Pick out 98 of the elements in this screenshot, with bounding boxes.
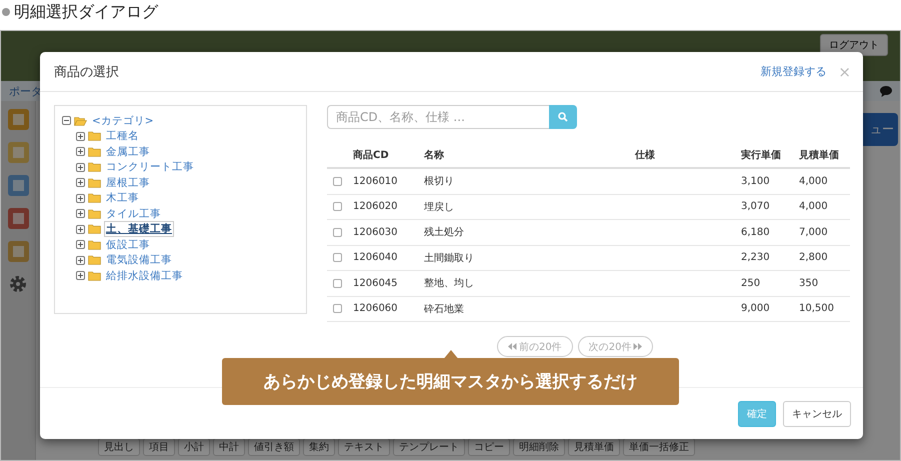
toolbar-button[interactable]: 集約	[303, 438, 335, 456]
table-cell-text: 10,500	[799, 303, 835, 314]
tree-item[interactable]: <カテゴリ>	[90, 112, 156, 129]
toolbar-button[interactable]: 明細削除	[513, 438, 565, 456]
callout: あらかじめ登録した明細マスタから選択するだけ	[222, 358, 679, 405]
toolbar-button[interactable]: 見出し	[98, 438, 140, 456]
table-cell-text: 2,230	[741, 252, 771, 264]
table-cell-text: 土間鋤取り	[424, 252, 475, 265]
table-cell-text: 2,800	[799, 252, 829, 264]
folder-icon	[88, 255, 101, 266]
breadcrumb-link[interactable]: ポータ	[9, 84, 42, 98]
row-checkbox[interactable]	[333, 278, 342, 288]
toolbar-button[interactable]: 単価一括修正	[623, 438, 695, 456]
tree-item[interactable]: 工種名	[104, 128, 141, 144]
tree-item[interactable]: 仮設工事	[104, 236, 152, 253]
search-button[interactable]	[549, 105, 577, 129]
column-header: 商品CD	[353, 148, 390, 162]
table-cell-text: 250	[741, 278, 762, 289]
table-cell-text: 埋戻し	[424, 200, 455, 214]
table-cell-text: 7,000	[799, 226, 829, 238]
new-registration-link[interactable]: 新規登録する	[760, 64, 826, 79]
expand-icon[interactable]	[76, 256, 85, 265]
tree-item[interactable]: 土、基礎工事	[104, 221, 174, 238]
table-cell-text: 1206060	[353, 303, 399, 314]
table-cell-text: 根切り	[424, 174, 455, 188]
tree-item[interactable]: 電気設備工事	[104, 252, 174, 268]
folder-icon	[88, 270, 101, 281]
table-cell-text: 1206045	[353, 278, 399, 289]
next-page-button[interactable]: 次の20件	[578, 336, 654, 357]
toolbar-button[interactable]: 値引き額	[248, 438, 300, 456]
collapse-icon[interactable]	[62, 116, 71, 126]
toolbar-button[interactable]: 見積単価	[568, 438, 620, 456]
toolbar-button[interactable]: 中計	[213, 438, 245, 456]
table-cell-text: 1206030	[353, 226, 399, 238]
column-header: 実行単価	[741, 148, 782, 162]
folder-icon	[88, 240, 101, 250]
folder-icon	[88, 178, 101, 188]
toolbar-button[interactable]: 項目	[143, 438, 175, 456]
expand-icon[interactable]	[76, 162, 85, 172]
search-field[interactable]: 商品CD、名称、仕様 ...	[327, 105, 549, 129]
table-cell-text: 3,070	[741, 201, 771, 212]
bullet-icon	[2, 8, 10, 16]
tree-item[interactable]: 給排水設備工事	[104, 268, 185, 284]
tree-item[interactable]: 金属工事	[104, 144, 152, 160]
row-checkbox[interactable]	[333, 228, 342, 237]
table-cell-text: 砕石地業	[424, 302, 465, 316]
table-cell-text: 4,000	[799, 176, 829, 187]
table-cell-text: 6,180	[741, 226, 771, 238]
app-icon[interactable]	[8, 208, 28, 229]
folder-icon	[74, 116, 87, 126]
expand-icon[interactable]	[76, 194, 85, 203]
dialog-title: 商品の選択	[54, 64, 120, 80]
tree-item[interactable]: タイル工事	[104, 206, 163, 222]
tree-item[interactable]: 屋根工事	[104, 174, 152, 191]
folder-icon	[88, 162, 101, 172]
row-checkbox[interactable]	[333, 202, 342, 212]
folder-icon	[88, 224, 101, 234]
toolbar-button[interactable]: テキスト	[338, 438, 390, 456]
table-cell-text: 1206020	[353, 201, 399, 212]
expand-icon[interactable]	[76, 178, 85, 188]
app-icon[interactable]	[8, 175, 28, 196]
column-header: 仕様	[635, 148, 656, 162]
settings-icon[interactable]	[8, 274, 28, 294]
row-checkbox[interactable]	[333, 176, 342, 186]
expand-icon[interactable]	[76, 240, 85, 250]
folder-icon	[88, 193, 101, 204]
folder-icon	[88, 146, 101, 157]
table-cell-text: 1206010	[353, 176, 399, 187]
expand-icon[interactable]	[76, 147, 85, 156]
cancel-button[interactable]: キャンセル	[783, 400, 851, 426]
expand-icon[interactable]	[76, 224, 85, 234]
toolbar-button[interactable]: コピー	[468, 438, 510, 456]
table-cell-text: 整地、均し	[424, 276, 475, 290]
caption: 明細選択ダイアログ	[14, 2, 158, 22]
double-left-icon	[508, 343, 517, 350]
folder-icon	[88, 208, 101, 219]
search-icon	[558, 112, 568, 122]
expand-icon[interactable]	[76, 209, 85, 218]
table-cell-text: 残土処分	[424, 226, 465, 240]
column-header: 名称	[424, 148, 445, 162]
table-cell-text: 9,000	[741, 303, 771, 314]
table-cell-text: 4,000	[799, 201, 829, 212]
tree-item[interactable]: コンクリート工事	[104, 159, 196, 176]
chat-icon[interactable]	[880, 86, 892, 96]
tree-item[interactable]: 木工事	[104, 190, 141, 206]
toolbar-button[interactable]: 小計	[178, 438, 210, 456]
table-cell-text: 1206040	[353, 252, 399, 264]
column-header: 見積単価	[799, 148, 840, 162]
double-right-icon	[633, 343, 642, 350]
row-checkbox[interactable]	[333, 304, 342, 314]
expand-icon[interactable]	[76, 132, 85, 141]
table-cell-text: 350	[799, 278, 820, 289]
row-checkbox[interactable]	[333, 253, 342, 262]
table-cell-text: 3,100	[741, 176, 771, 187]
toolbar-button[interactable]: テンプレート	[393, 438, 465, 456]
previous-page-button[interactable]: 前の20件	[497, 336, 573, 357]
expand-icon[interactable]	[76, 271, 85, 280]
folder-icon	[88, 131, 101, 142]
